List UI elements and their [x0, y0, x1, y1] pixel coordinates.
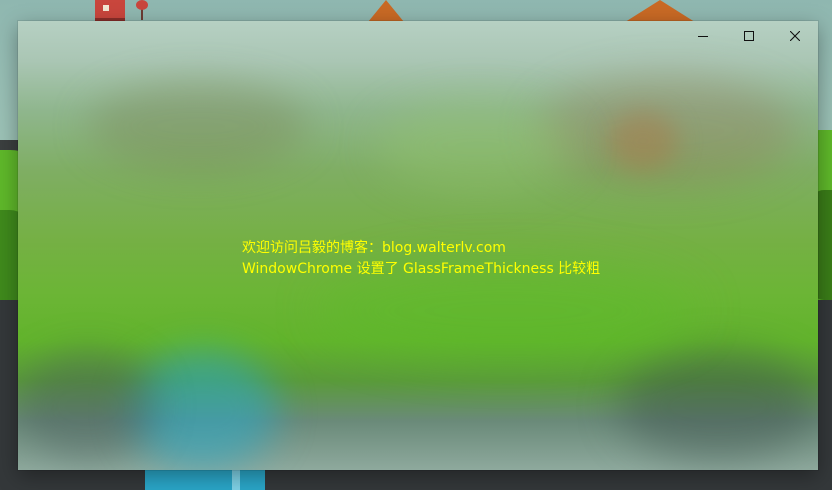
close-button[interactable]	[772, 21, 818, 51]
glass-window: 欢迎访问吕毅的博客：blog.walterlv.com WindowChrome…	[18, 21, 818, 470]
blur-blob	[378, 101, 578, 191]
minimize-icon	[698, 31, 708, 41]
window-content-text: 欢迎访问吕毅的博客：blog.walterlv.com WindowChrome…	[242, 238, 600, 280]
close-icon	[790, 31, 800, 41]
minimize-button[interactable]	[680, 21, 726, 51]
maximize-icon	[744, 31, 754, 41]
blur-blob	[608, 111, 678, 171]
wallpaper-house	[95, 0, 125, 21]
blur-blob	[88, 81, 308, 171]
wallpaper-house-window	[103, 5, 109, 11]
blog-welcome-text: 欢迎访问吕毅的博客：blog.walterlv.com	[242, 240, 506, 256]
desktop-wallpaper: 欢迎访问吕毅的博客：blog.walterlv.com WindowChrome…	[0, 0, 832, 490]
glass-frame-description-text: WindowChrome 设置了 GlassFrameThickness 比较粗	[242, 261, 601, 277]
window-caption-buttons	[680, 21, 818, 51]
maximize-button[interactable]	[726, 21, 772, 51]
wallpaper-pin-head	[136, 0, 148, 10]
blur-blob	[618, 351, 818, 461]
blur-blob	[18, 351, 158, 461]
wallpaper-roof	[368, 0, 404, 22]
